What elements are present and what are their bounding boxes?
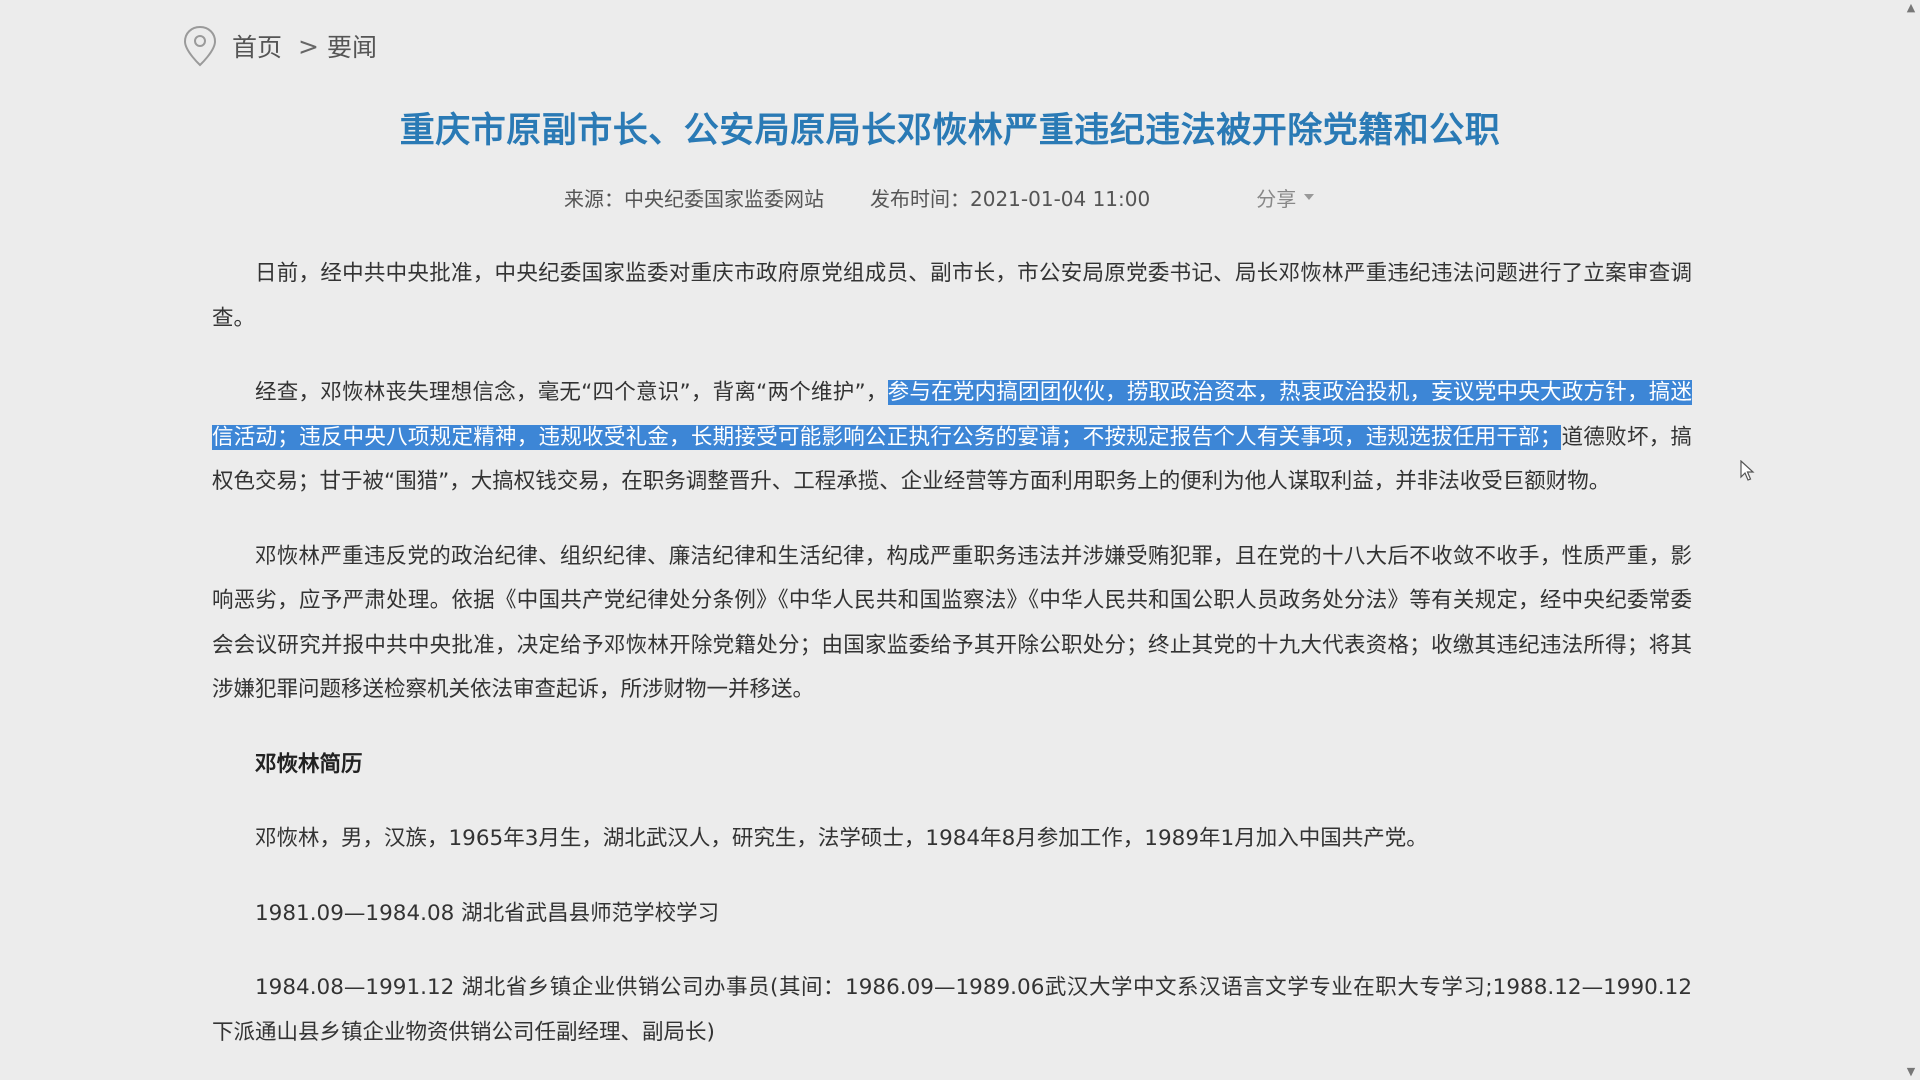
breadcrumb-current-link[interactable]: 要闻: [327, 28, 377, 64]
share-label: 分享: [1256, 186, 1297, 211]
chevron-down-icon: [1304, 194, 1315, 200]
article-paragraph-2: 经查，邓恢林丧失理想信念，毫无“四个意识”，背离“两个维护”，参与在党内搞团团伙…: [212, 371, 1692, 505]
article-meta: 来源：中央纪委国家监委网站 发布时间：2021-01-04 11:00 分享: [564, 182, 1315, 212]
bio-entry-2: 1984.08—1991.12 湖北省乡镇企业供销公司办事员(其间：1986.0…: [212, 975, 1692, 1045]
breadcrumb: 首页 > 要闻: [180, 24, 377, 68]
article-publish-time: 发布时间：2021-01-04 11:00: [870, 186, 1151, 211]
article-paragraph-1: 日前，经中共中央批准，中央纪委国家监委对重庆市政府原党组成员、副市长，市公安局原…: [212, 261, 1692, 331]
mouse-cursor-icon: [1740, 460, 1755, 481]
article-paragraph-3: 邓恢林严重违反党的政治纪律、组织纪律、廉洁纪律和生活纪律，构成严重职务违法并涉嫌…: [212, 543, 1692, 703]
breadcrumb-home-link[interactable]: 首页: [232, 28, 282, 64]
scroll-down-arrow-icon[interactable]: ▼: [1905, 1066, 1917, 1078]
article-title: 重庆市原副市长、公安局原局长邓恢林严重违纪违法被开除党籍和公职: [399, 111, 1501, 151]
breadcrumb-separator: >: [298, 31, 319, 61]
page: 首页 > 要闻 重庆市原副市长、公安局原局长邓恢林严重违纪违法被开除党籍和公职 …: [0, 0, 1920, 1080]
article-source: 来源：中央纪委国家监委网站: [564, 186, 824, 211]
bio-heading: 邓恢林简历: [255, 751, 363, 777]
article-body: 日前，经中共中央批准，中央纪委国家监委对重庆市政府原党组成员、副市长，市公安局原…: [212, 252, 1692, 1080]
location-pin-icon: [183, 25, 217, 67]
bio-intro: 邓恢林，男，汉族，1965年3月生，湖北武汉人，研究生，法学硕士，1984年8月…: [255, 826, 1428, 851]
paragraph-2-text-before: 经查，邓恢林丧失理想信念，毫无“四个意识”，背离“两个维护”，: [255, 380, 888, 405]
vertical-scrollbar[interactable]: ▲ ▼: [1902, 0, 1920, 1080]
share-button[interactable]: 分享: [1256, 183, 1315, 212]
scroll-up-arrow-icon[interactable]: ▲: [1905, 2, 1917, 14]
bio-entry-1: 1981.09—1984.08 湖北省武昌县师范学校学习: [255, 900, 720, 926]
